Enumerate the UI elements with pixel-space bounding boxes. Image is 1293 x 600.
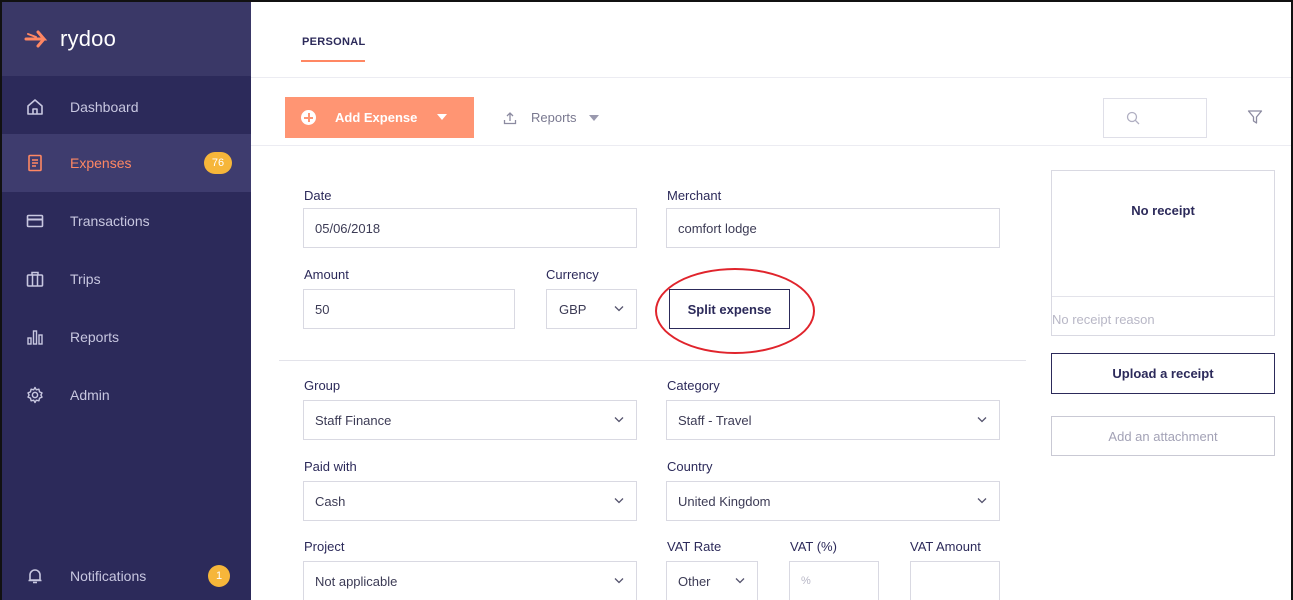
date-field[interactable]: 05/06/2018 [303,208,637,248]
receipt-title: No receipt [1131,203,1195,218]
expenses-count-badge: 76 [204,152,232,174]
category-select[interactable]: Staff - Travel [666,400,1000,440]
amount-field[interactable]: 50 [303,289,515,329]
split-expense-button[interactable]: Split expense [669,289,790,329]
vat-percent-placeholder: % [801,575,811,587]
app-window: rydoo Dashboard Expenses 76 Transactions… [0,0,1293,600]
merchant-value: comfort lodge [678,220,757,236]
category-label: Category [667,378,720,393]
rydoo-logo-icon [24,30,48,48]
vat-amount-label: VAT Amount [910,539,981,554]
search-icon [1126,111,1140,125]
sidebar-item-notifications[interactable]: Notifications 1 [2,547,251,600]
vat-rate-select[interactable]: Other [666,561,758,600]
vat-rate-label: VAT Rate [667,539,722,554]
search-input[interactable] [1103,98,1207,138]
chevron-down-icon [614,498,624,504]
sidebar-item-dashboard[interactable]: Dashboard [2,78,251,136]
tab-bar: PERSONAL [251,2,1291,78]
sidebar-item-label: Reports [70,329,120,345]
paid-with-select[interactable]: Cash [303,481,637,521]
date-label: Date [304,188,332,203]
sidebar-item-trips[interactable]: Trips [2,250,251,308]
add-attachment-button[interactable]: Add an attachment [1051,416,1275,456]
card-icon [26,214,44,228]
merchant-field[interactable]: comfort lodge [666,208,1000,248]
add-expense-button[interactable]: Add Expense [285,97,474,138]
caret-down-icon [588,114,599,121]
group-label: Group [304,378,341,393]
amount-value: 50 [315,301,330,317]
sidebar: rydoo Dashboard Expenses 76 Transactions… [2,2,251,600]
chevron-down-icon [977,498,987,504]
active-tab-indicator [301,60,365,62]
filter-icon[interactable] [1247,109,1263,125]
vat-percent-input[interactable]: % [789,561,879,600]
vat-amount-input[interactable] [910,561,1000,600]
sidebar-item-transactions[interactable]: Transactions [2,192,251,250]
sidebar-item-label: Transactions [70,213,150,229]
chevron-down-icon [977,417,987,423]
home-icon [27,99,43,115]
country-value: United Kingdom [678,493,771,509]
receipt-divider [1052,296,1274,297]
plus-circle-icon [301,110,316,125]
brand-name: rydoo [60,26,117,51]
bar-chart-icon [27,330,43,345]
chevron-down-icon [614,306,624,312]
bell-icon [28,569,42,584]
sidebar-item-label: Expenses [70,155,132,171]
sidebar-item-expenses[interactable]: Expenses 76 [2,134,251,192]
tab-personal[interactable]: PERSONAL [302,36,366,48]
sidebar-item-label: Dashboard [70,99,139,115]
receipt-panel: No receipt No receipt reason [1051,170,1275,336]
notifications-count-badge: 1 [208,565,230,587]
upload-receipt-button[interactable]: Upload a receipt [1051,353,1275,394]
project-value: Not applicable [315,573,398,589]
country-label: Country [667,459,713,474]
logo[interactable]: rydoo [2,2,251,76]
sidebar-item-label: Notifications [70,568,147,584]
sidebar-item-admin[interactable]: Admin [2,366,251,424]
paid-with-label: Paid with [304,459,357,474]
toolbar: Add Expense Reports [251,78,1291,146]
currency-value: GBP [559,301,587,317]
reports-dropdown[interactable]: Reports [503,110,599,125]
currency-select[interactable]: GBP [546,289,637,329]
currency-label: Currency [546,267,599,282]
caret-down-icon [437,114,447,120]
chevron-down-icon [735,578,745,584]
group-select[interactable]: Staff Finance [303,400,637,440]
add-expense-label: Add Expense [335,110,418,125]
vat-rate-value: Other [678,573,711,589]
paid-with-value: Cash [315,493,346,509]
vat-percent-label: VAT (%) [790,539,837,554]
sidebar-item-label: Trips [70,271,101,287]
country-select[interactable]: United Kingdom [666,481,1000,521]
receipt-icon [28,154,42,172]
gear-icon [27,386,43,404]
merchant-label: Merchant [667,188,722,203]
chevron-down-icon [614,417,624,423]
sidebar-item-reports[interactable]: Reports [2,308,251,366]
project-label: Project [304,539,345,554]
project-select[interactable]: Not applicable [303,561,637,600]
date-value: 05/06/2018 [315,220,381,236]
reports-label: Reports [531,110,577,125]
suitcase-icon [26,271,44,287]
chevron-down-icon [614,578,624,584]
sidebar-item-label: Admin [70,387,110,403]
upload-icon [503,111,517,124]
section-divider [279,360,1026,361]
group-value: Staff Finance [315,412,392,428]
category-value: Staff - Travel [678,412,752,428]
amount-label: Amount [304,267,349,282]
no-receipt-reason-input[interactable]: No receipt reason [1052,312,1155,327]
